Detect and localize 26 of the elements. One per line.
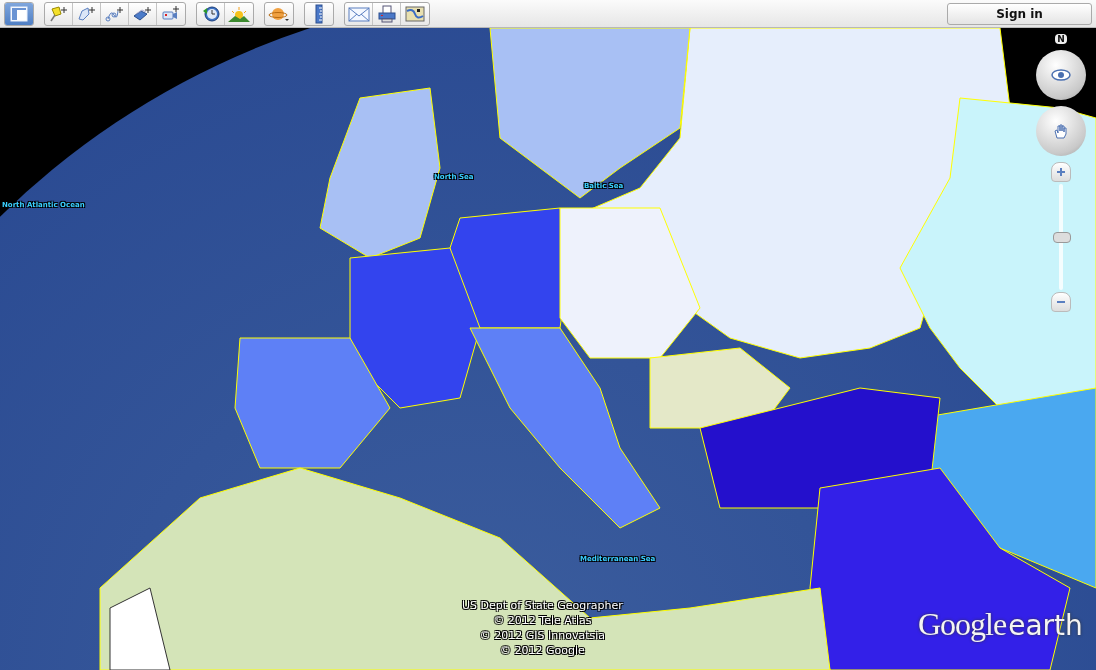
printer-icon [376,4,397,23]
email-tool-button[interactable] [345,2,373,25]
zoom-out-button[interactable] [1051,292,1071,312]
plus-icon [1056,167,1066,177]
image-overlay-icon [132,4,153,23]
hand-icon [1053,123,1069,139]
video-camera-icon [161,4,181,23]
polygon-icon [76,4,97,23]
envelope-icon [347,5,370,22]
path-icon [104,4,125,23]
zoom-in-button[interactable] [1051,162,1071,182]
attribution-text: © 2012 GIS Innovatsia [479,628,605,643]
sign-in-button[interactable]: Sign in [947,2,1092,25]
north-indicator[interactable]: N [1055,34,1067,44]
logo-wordmark: Google [918,606,1007,643]
ruler-icon [314,3,324,24]
sidebar-tool-button[interactable] [5,2,33,25]
look-control[interactable] [1036,50,1086,100]
pushpin-icon [48,4,69,23]
zoom-slider-handle[interactable] [1053,232,1071,243]
attribution-text: © 2012 Tele Atlas [493,613,592,628]
eye-icon [1051,69,1071,81]
sunrise-icon [228,4,250,23]
map-icon [405,5,425,22]
attribution-text: © 2012 Google [500,643,585,658]
sidebar-icon [10,5,28,22]
